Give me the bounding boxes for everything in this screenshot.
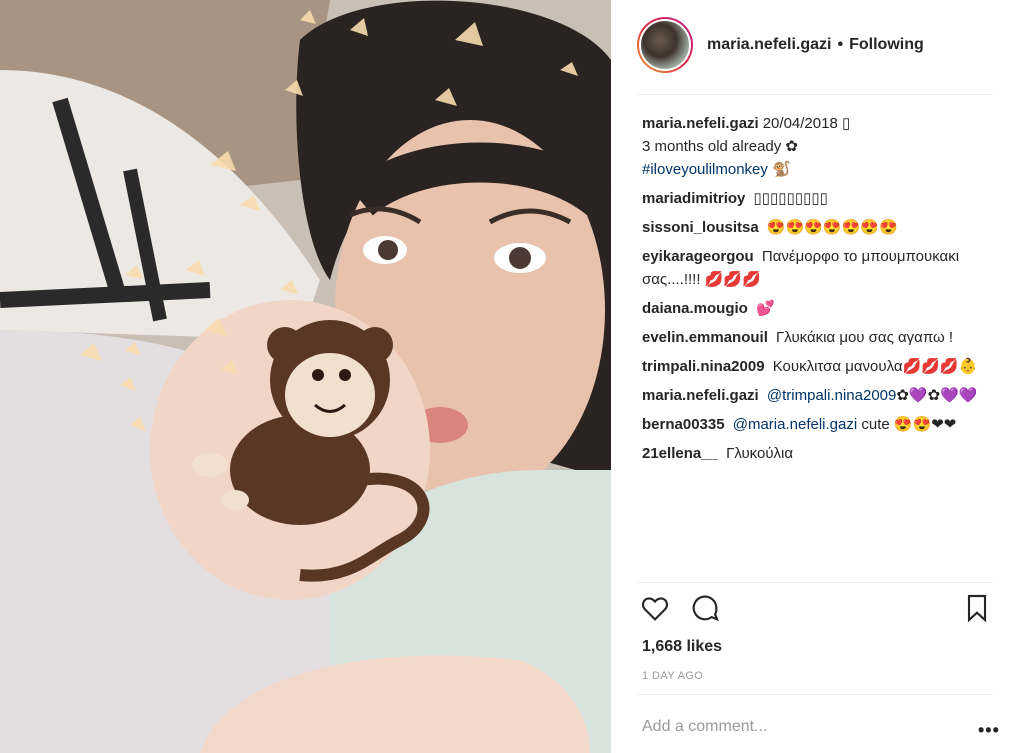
comment-item: evelin.emmanouil Γλυκάκια μου σας αγαπω … (642, 326, 992, 349)
comment-text: ▯▯▯▯▯▯▯▯▯ (753, 190, 828, 207)
comment-username[interactable]: berna00335 (642, 416, 725, 433)
post-timestamp: 1 DAY AGO (642, 670, 704, 682)
comment-text: Γλυκάκια μου σας αγαπω ! (776, 329, 954, 346)
comment-button[interactable] (689, 592, 725, 628)
comment-username[interactable]: maria.nefeli.gazi (642, 115, 759, 132)
comment-username[interactable]: daiana.mougio (642, 300, 748, 317)
mention-link[interactable]: @maria.nefeli.gazi (733, 416, 857, 433)
divider (637, 694, 993, 695)
comment-item: daiana.mougio 💕 (642, 297, 992, 320)
comment-username[interactable]: maria.nefeli.gazi (642, 387, 759, 404)
avatar[interactable] (637, 17, 693, 73)
more-options-button[interactable]: ••• (978, 720, 1000, 741)
comment-text: 😍😍😍😍😍😍😍 (766, 219, 898, 236)
comment-item: trimpali.nina2009 Κουκλιτσα μανουλα💋💋💋👶 (642, 355, 992, 378)
comment-item: 21ellena__ Γλυκούλια (642, 442, 992, 465)
comment-item: maria.nefeli.gazi @trimpali.nina2009✿💜✿💜… (642, 384, 992, 407)
comment-item: mariadimitrioy ▯▯▯▯▯▯▯▯▯ (642, 187, 992, 210)
comment-text: ✿💜✿💜💜 (896, 387, 978, 404)
hashtag-link[interactable]: #iloveyoulilmonkey (642, 161, 768, 178)
comment-username[interactable]: sissoni_lousitsa (642, 219, 759, 236)
likes-count[interactable]: 1,668 likes (642, 638, 722, 656)
action-bar (639, 592, 995, 628)
comment-username[interactable]: mariadimitrioy (642, 190, 745, 207)
comment-icon (692, 595, 719, 622)
caption: maria.nefeli.gazi 20/04/2018 ▯ 3 months o… (642, 112, 992, 181)
hashtag-suffix: 🐒 (767, 161, 791, 178)
comment-text: Γλυκούλια (726, 445, 794, 462)
comment-text-line2: 3 months old already ✿ (642, 138, 798, 155)
comment-text: cute 😍😍❤❤ (857, 416, 957, 433)
like-button[interactable] (639, 592, 675, 628)
divider (637, 582, 993, 583)
comment-username[interactable]: eyikarageorgou (642, 248, 754, 265)
comment-username[interactable]: evelin.emmanouil (642, 329, 768, 346)
following-button[interactable]: Following (849, 36, 924, 54)
avatar-image (639, 19, 691, 71)
post-image-canvas (0, 0, 611, 753)
header-username[interactable]: maria.nefeli.gazi (707, 36, 832, 54)
post-image[interactable] (0, 0, 611, 753)
comment-item: berna00335 @maria.nefeli.gazi cute 😍😍❤❤ (642, 413, 992, 436)
add-comment-input[interactable] (642, 718, 942, 736)
comment-text: Κουκλιτσα μανουλα💋💋💋👶 (772, 358, 978, 375)
comment-username[interactable]: trimpali.nina2009 (642, 358, 765, 375)
header-separator: • (837, 36, 844, 53)
mention-link[interactable]: @trimpali.nina2009 (767, 387, 896, 404)
bookmark-icon (967, 594, 987, 623)
comment-username[interactable]: 21ellena__ (642, 445, 718, 462)
comment-item: sissoni_lousitsa 😍😍😍😍😍😍😍 (642, 216, 992, 239)
heart-icon (641, 597, 669, 621)
comment-item: eyikarageorgou Πανέμορφο το μπουμπουκακι… (642, 245, 992, 291)
comment-text: 20/04/2018 ▯ (762, 115, 851, 132)
comment-text: 💕 (756, 300, 775, 317)
post-details-panel: maria.nefeli.gazi • Following maria.nefe… (611, 0, 1024, 753)
save-button[interactable] (961, 592, 997, 628)
post-header: maria.nefeli.gazi • Following (637, 14, 993, 95)
comments-list: maria.nefeli.gazi 20/04/2018 ▯ 3 months o… (642, 112, 992, 471)
